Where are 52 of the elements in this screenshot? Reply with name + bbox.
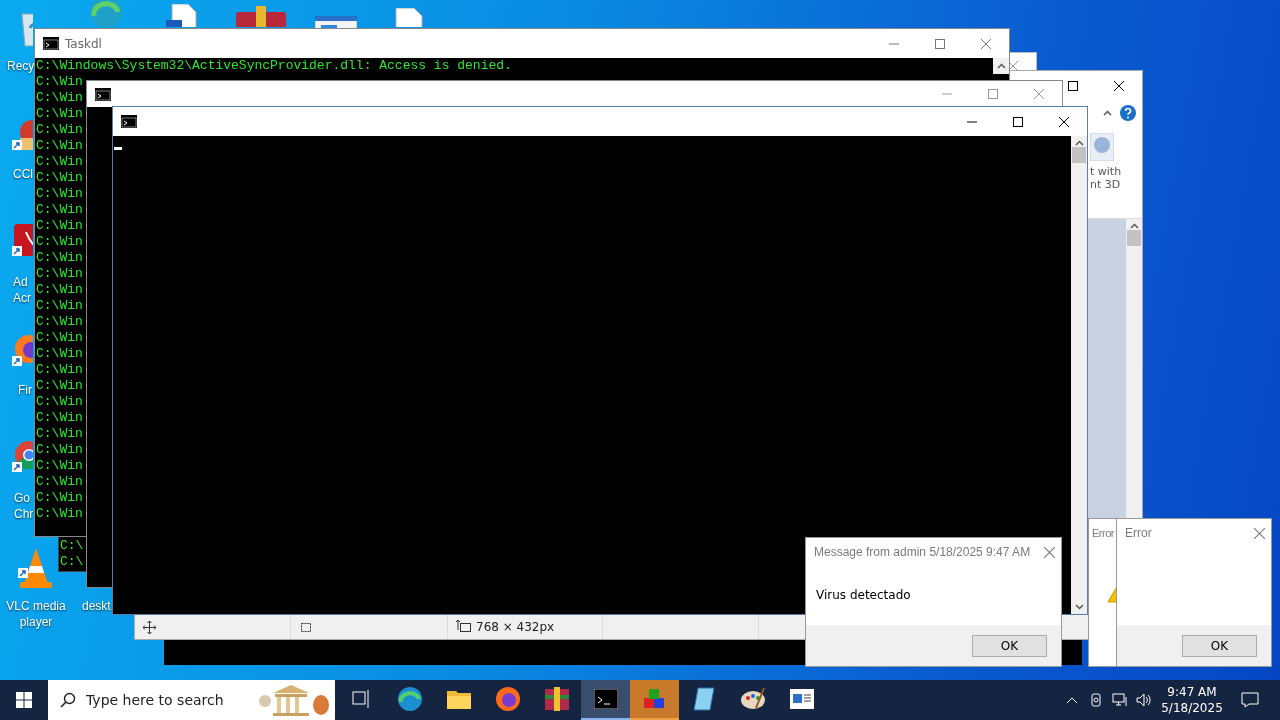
console-line: C:\Win	[36, 202, 83, 218]
icon-label[interactable]: Go Chr	[14, 490, 34, 522]
clock-date: 5/18/2025	[1161, 700, 1223, 716]
window-title: Taskdl	[65, 36, 102, 51]
console-line: C:\Win	[36, 218, 83, 234]
console-line: C:\Win	[36, 426, 83, 442]
console-line: C:\Win	[36, 490, 83, 506]
icon-label[interactable]: Fir	[18, 382, 32, 398]
search-input[interactable]: Type here to search	[84, 691, 251, 709]
console-line: C:\Windows\System32\ActiveSyncProvider.dll: Access is denied.	[36, 58, 512, 74]
console-line: C:\Win	[36, 186, 83, 202]
ok-button[interactable]: OK	[972, 634, 1047, 657]
ok-button[interactable]: OK	[1182, 634, 1257, 657]
dialog-title: Error	[1092, 527, 1114, 539]
console-line: C:\Win	[36, 346, 83, 362]
console-line: C:\Win	[36, 106, 83, 122]
icon-label[interactable]: Ad Acr	[13, 274, 31, 306]
console-line: C:\Win	[36, 442, 83, 458]
console-line: C:\Win	[36, 282, 83, 298]
console-line: C:\	[60, 554, 84, 570]
icon-label[interactable]: VLC media player	[0, 598, 72, 630]
console-line: C:\Win	[36, 394, 83, 410]
icon-label[interactable]: deskt	[82, 598, 111, 614]
console-line: C:\Win	[36, 250, 83, 266]
console-line: C:\Win	[36, 90, 83, 106]
console-line: C:\Win	[36, 474, 83, 490]
console-line: C:\Win	[36, 234, 83, 250]
console-line: C:\Win	[36, 378, 83, 394]
console-line: C:\Win	[36, 266, 83, 282]
ribbon-label[interactable]: t with nt 3D	[1090, 165, 1122, 191]
console-line: C:\Win	[36, 330, 83, 346]
console-line: C:\Win	[36, 458, 83, 474]
clock[interactable]: 9:47 AM 5/18/2025	[1156, 684, 1228, 716]
search-field[interactable]: Type here to search	[48, 680, 335, 720]
console-line: C:\Win	[36, 362, 83, 378]
dialog-title: Error	[1125, 526, 1152, 540]
console-line: C:\	[60, 538, 84, 554]
message-text: Virus detectado	[816, 588, 911, 602]
console-line: C:\Win	[36, 314, 83, 330]
console-line: C:\Win	[36, 410, 83, 426]
console-line: C:\Win	[36, 122, 83, 138]
icon-label[interactable]: Recy	[7, 58, 35, 74]
console-line: C:\Win	[36, 154, 83, 170]
image-size: 768 × 432px	[476, 620, 555, 634]
console-line: C:\Win	[36, 298, 83, 314]
console-line: C:\Win	[36, 138, 83, 154]
console-line: C:\Win	[36, 170, 83, 186]
dialog-title: Message from admin 5/18/2025 9:47 AM	[814, 545, 1031, 559]
icon-label[interactable]: CCl	[13, 166, 33, 182]
clock-time: 9:47 AM	[1167, 684, 1217, 700]
console-line: C:\Win	[36, 506, 83, 522]
console-line: C:\Win	[36, 74, 83, 90]
